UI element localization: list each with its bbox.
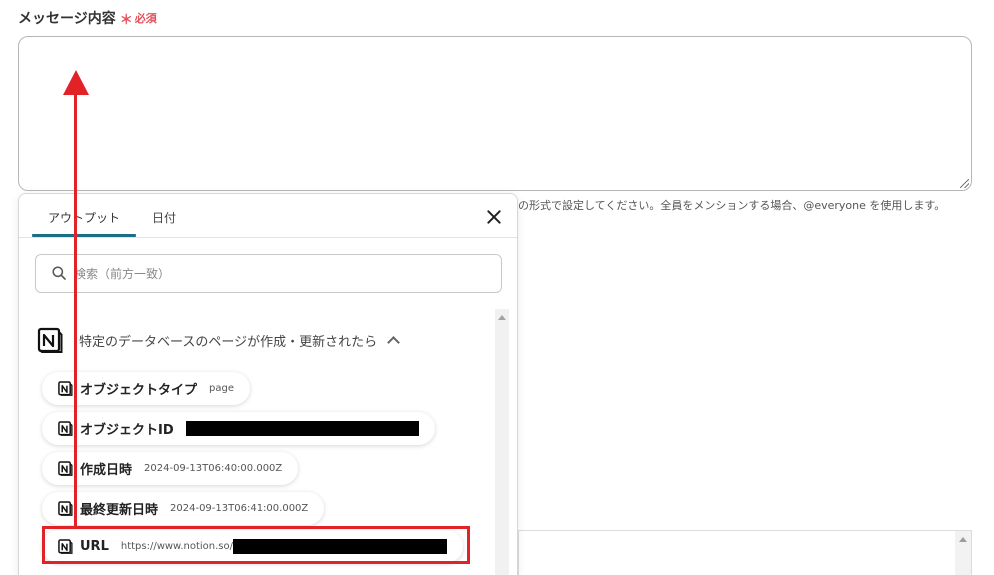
item-label: 作成日時 — [80, 463, 133, 478]
item-label: オブジェクトID — [80, 423, 174, 438]
notion-icon — [37, 327, 63, 353]
close-icon[interactable] — [485, 208, 503, 226]
help-text: の形式で設定してください。全員をメンションする場合、@everyone を使用し… — [518, 199, 946, 212]
secondary-textarea[interactable] — [518, 530, 972, 575]
field-label-text: メッセージ内容 — [18, 11, 116, 27]
scroll-up-arrow-icon[interactable] — [498, 315, 506, 320]
search-input[interactable] — [74, 263, 474, 285]
tab-date[interactable]: 日付 — [152, 209, 176, 226]
redacted-value — [185, 421, 419, 436]
scroll-up-arrow-icon[interactable] — [959, 537, 967, 542]
search-icon — [52, 266, 66, 280]
output-list-scrollbar[interactable] — [495, 309, 509, 575]
highlight-box — [42, 526, 470, 564]
active-tab-indicator — [32, 234, 136, 237]
required-asterisk: ＊ — [119, 12, 133, 28]
annotation-arrow-line — [74, 92, 77, 526]
item-value: page — [209, 383, 234, 394]
item-label: 最終更新日時 — [80, 503, 159, 518]
notion-icon — [58, 501, 73, 516]
output-item-object-id[interactable]: オブジェクトID — [42, 412, 435, 445]
required-badge: 必須 — [134, 12, 157, 25]
output-item-last-edited-time[interactable]: 最終更新日時 2024-09-13T06:41:00.000Z — [42, 492, 325, 525]
message-content-label: メッセージ内容 ＊ 必須 — [18, 8, 157, 28]
item-value: 2024-09-13T06:40:00.000Z — [144, 463, 283, 474]
message-content-textarea[interactable] — [18, 36, 972, 191]
resize-handle[interactable] — [960, 179, 969, 188]
group-title: 特定のデータベースのページが作成・更新されたら — [79, 334, 378, 350]
notion-icon — [58, 461, 73, 476]
trigger-group-header[interactable]: 特定のデータベースのページが作成・更新されたら — [37, 327, 400, 353]
notion-icon — [58, 421, 73, 436]
tab-output[interactable]: アウトプット — [48, 209, 120, 226]
arrow-up-icon — [63, 70, 89, 95]
popup-tab-bar: アウトプット 日付 — [19, 194, 517, 238]
chevron-up-icon[interactable] — [387, 336, 400, 349]
output-picker-popup: アウトプット 日付 特定のデータベースのページが作成・更新されたら オブジェクト… — [18, 193, 518, 575]
item-value: 2024-09-13T06:41:00.000Z — [170, 503, 309, 514]
search-field[interactable] — [35, 254, 502, 293]
textarea-scrollbar[interactable] — [955, 531, 971, 575]
item-label: オブジェクトタイプ — [80, 383, 198, 398]
notion-icon — [58, 381, 73, 396]
output-item-created-time[interactable]: 作成日時 2024-09-13T06:40:00.000Z — [42, 452, 299, 485]
